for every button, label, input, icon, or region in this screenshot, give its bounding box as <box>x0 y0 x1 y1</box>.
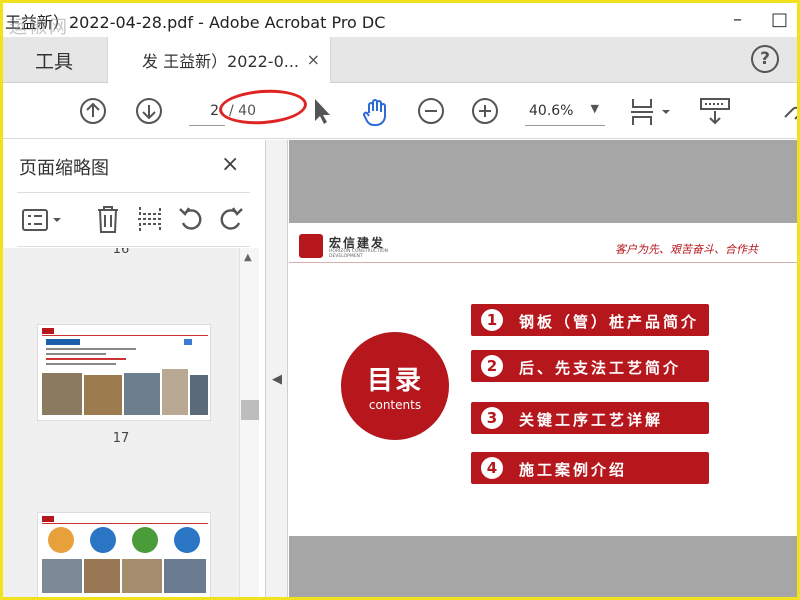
toc-number: 2 <box>481 355 503 377</box>
contents-subtitle: contents <box>368 398 422 412</box>
contents-circle: 目录 contents <box>341 332 449 440</box>
hand-tool-icon[interactable] <box>361 97 391 127</box>
thumbnail-label: 17 <box>112 431 130 446</box>
trash-icon[interactable] <box>95 204 121 234</box>
link-icon[interactable] <box>781 97 800 125</box>
restore-button[interactable]: □ <box>771 9 788 30</box>
chevron-down-icon: ▼ <box>590 102 599 115</box>
toc-text: 钢板（管）桩产品简介 <box>519 313 700 331</box>
app-window: 王益新）2022-04-28.pdf - Adobe Acrobat Pro D… <box>0 0 800 600</box>
help-icon[interactable]: ? <box>751 45 779 73</box>
toc-text: 后、先支法工艺简介 <box>519 359 682 377</box>
toc-number: 4 <box>481 457 503 479</box>
select-cursor-icon[interactable] <box>311 97 333 125</box>
toc-item-4: 4 施工案例介绍 <box>471 452 709 484</box>
toolbar <box>3 83 797 139</box>
toc-item-2: 2 后、先支法工艺简介 <box>471 350 709 382</box>
panel-title: 页面缩略图 <box>19 158 109 179</box>
scroll-thumb[interactable] <box>241 400 259 420</box>
panel-collapse-strip[interactable]: ◀ <box>266 140 288 597</box>
zoom-select[interactable]: 40.6% ▼ <box>525 98 605 126</box>
prev-page-icon[interactable] <box>79 97 107 125</box>
minimize-button[interactable]: – <box>733 9 742 30</box>
thumbnail-page-18[interactable] <box>37 512 211 597</box>
rotate-cw-icon[interactable] <box>217 205 245 233</box>
insert-page-icon[interactable] <box>137 205 163 233</box>
toc-number: 1 <box>481 309 503 331</box>
scroll-mode-icon[interactable] <box>699 97 731 127</box>
toc-text: 施工案例介绍 <box>519 461 628 479</box>
thumbnail-panel: 页面缩略图 × 16 17 ▲ <box>3 140 266 597</box>
thumbnail-label: 16 <box>112 248 130 257</box>
thumbnail-scrollbar[interactable]: ▲ <box>239 248 259 597</box>
tab-document[interactable]: 发 王益新）2022-0... × <box>107 37 331 83</box>
zoom-in-icon[interactable] <box>471 97 499 125</box>
thumbnail-page-17[interactable] <box>37 324 211 421</box>
tab-tools[interactable]: 工具 <box>3 37 105 83</box>
zoom-out-icon[interactable] <box>417 97 445 125</box>
tab-document-label: 发 王益新）2022-0... <box>142 52 300 71</box>
collapse-arrow-icon[interactable]: ◀ <box>272 372 282 387</box>
toc-text: 关键工序工艺详解 <box>519 411 664 429</box>
next-page-icon[interactable] <box>135 97 163 125</box>
panel-toolbar <box>17 192 250 247</box>
company-name-en: HORIZON CONSTRUCTION DEVELOPMENT <box>329 249 389 259</box>
title-bar: 王益新）2022-04-28.pdf - Adobe Acrobat Pro D… <box>3 3 797 38</box>
close-tab-icon[interactable]: × <box>307 50 320 69</box>
slide-page: 宏信建发 HORIZON CONSTRUCTION DEVELOPMENT 客户… <box>289 223 797 536</box>
close-panel-icon[interactable]: × <box>221 152 239 177</box>
document-view[interactable]: 宏信建发 HORIZON CONSTRUCTION DEVELOPMENT 客户… <box>289 140 797 597</box>
zoom-value: 40.6% <box>529 103 574 119</box>
fit-page-icon[interactable] <box>629 97 675 127</box>
toc-item-1: 1 钢板（管）桩产品简介 <box>471 304 709 336</box>
scroll-up-icon[interactable]: ▲ <box>244 252 252 263</box>
contents-title: 目录 <box>366 366 423 396</box>
tab-bar: 工具 发 王益新）2022-0... × ? <box>3 37 797 83</box>
toc-item-3: 3 关键工序工艺详解 <box>471 402 709 434</box>
watermark: 运椒网 <box>9 17 69 38</box>
options-menu-icon[interactable] <box>21 207 63 233</box>
slogan: 客户为先、艰苦奋斗、合作共 <box>615 243 758 256</box>
rotate-ccw-icon[interactable] <box>177 205 205 233</box>
thumbnail-list[interactable]: 16 17 <box>3 248 239 597</box>
toc-number: 3 <box>481 407 503 429</box>
company-logo-icon <box>299 234 323 258</box>
slide-header: 宏信建发 HORIZON CONSTRUCTION DEVELOPMENT 客户… <box>289 223 797 263</box>
